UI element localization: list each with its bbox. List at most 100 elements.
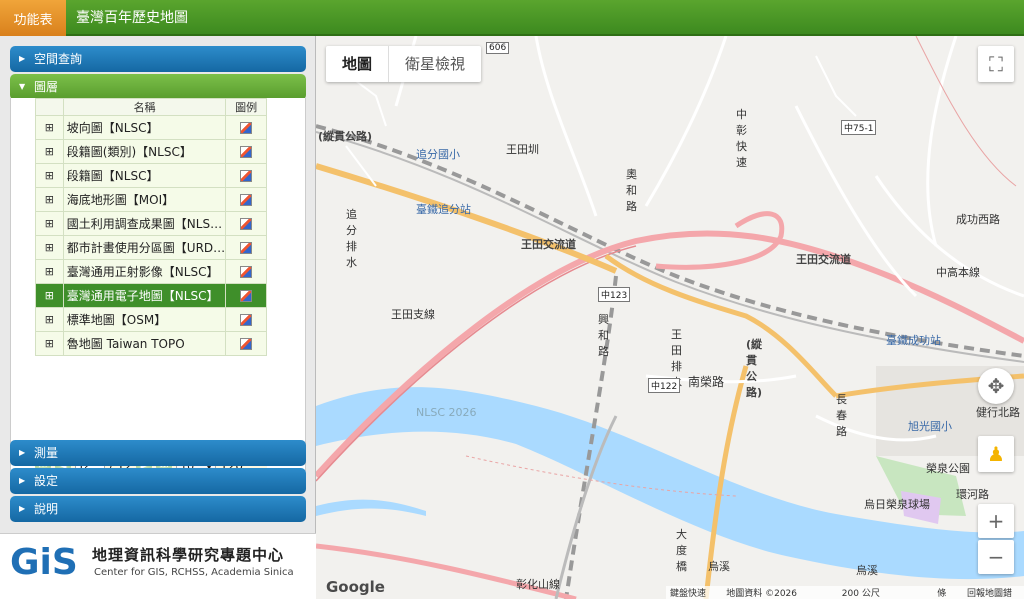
map-label: 榮泉公園 [926, 462, 970, 475]
layer-table: 名稱 圖例 ⊞ 坡向圖【NLSC】 ⊞ 段籍圖(類別)【NLSC】 ⊞ 段籍圖【NLSC】… [35, 98, 267, 356]
table-row[interactable]: ⊞ 坡向圖【NLSC】 [35, 115, 267, 140]
map-label: 王田交流道 [796, 253, 851, 266]
table-row[interactable]: ⊞ 國土利用調查成果圖【NLS… [35, 211, 267, 236]
legend-icon[interactable] [225, 259, 267, 284]
layer-name: 坡向圖【NLSC】 [62, 115, 227, 140]
keyboard-shortcuts-link[interactable]: 鍵盤快速鍵 [670, 586, 714, 599]
map-label: 大度橋 [676, 528, 687, 573]
layer-name: 臺灣通用正射影像【NLSC】 [62, 259, 227, 284]
accordion-settings[interactable]: ▶ 設定 [10, 468, 306, 494]
legend-icon[interactable] [225, 211, 267, 236]
logo-title-zh: 地理資訊科學研究專題中心 [92, 546, 285, 564]
chevron-right-icon: ▶ [19, 476, 26, 485]
terms-link[interactable]: 條款 [937, 586, 955, 599]
table-row[interactable]: ⊞ 段籍圖(類別)【NLSC】 [35, 139, 267, 164]
map-type-control: 地圖 衛星檢視 [326, 46, 482, 82]
table-row[interactable]: ⊞ 魯地圖 Taiwan TOPO [35, 331, 267, 356]
accordion-label: 圖層 [34, 80, 59, 94]
map-type-satellite-button[interactable]: 衛星檢視 [388, 46, 481, 82]
table-row[interactable]: ⊞ 臺灣通用正射影像【NLSC】 [35, 259, 267, 284]
accordion-help[interactable]: ▶ 說明 [10, 496, 306, 522]
layer-name: 都市計畫使用分區圖【URD… [62, 235, 227, 260]
accordion-measure[interactable]: ▶ 測量 [10, 440, 306, 466]
expand-icon[interactable]: ⊞ [35, 115, 64, 140]
road-shield: 中123 [598, 287, 631, 302]
map-data-text: 地圖資料 ©2026 Google [726, 589, 797, 599]
map-label: 環河路 [956, 488, 989, 501]
map-type-map-button[interactable]: 地圖 [326, 46, 388, 82]
layer-name: 段籍圖【NLSC】 [62, 163, 227, 188]
fullscreen-icon: ⛶ [989, 52, 1003, 76]
col-legend: 圖例 [225, 98, 267, 116]
chevron-down-icon: ▼ [19, 82, 26, 91]
accordion-label: 說明 [34, 502, 59, 516]
accordion-label: 設定 [34, 474, 59, 488]
zoom-out-button[interactable]: − [978, 540, 1014, 574]
left-panel: ▶ 空間查詢 ▼ 圖層 名稱 圖例 ⊞ 坡向圖【NLSC】 ⊞ 段籍圖(類別)【NLS… [0, 36, 316, 599]
layer-name: 海底地形圖【MOI】 [62, 187, 227, 212]
map-label: 奧和路 [626, 168, 637, 213]
map-label: 王田圳 [506, 143, 539, 156]
map-label: 追分國小 [416, 148, 460, 161]
expand-icon[interactable]: ⊞ [35, 235, 64, 260]
table-row[interactable]: ⊞ 臺灣通用電子地圖【NLSC】 [35, 283, 267, 308]
map-label: 健行北路 [976, 406, 1020, 419]
table-row[interactable]: ⊞ 段籍圖【NLSC】 [35, 163, 267, 188]
table-row[interactable]: ⊞ 海底地形圖【MOI】 [35, 187, 267, 212]
legend-icon[interactable] [225, 283, 267, 308]
top-bar: 功能表 臺灣百年歷史地圖 [0, 0, 1024, 36]
expand-icon[interactable]: ⊞ [35, 139, 64, 164]
legend-icon[interactable] [225, 163, 267, 188]
legend-icon[interactable] [225, 115, 267, 140]
table-row[interactable]: ⊞ 標準地圖【OSM】 [35, 307, 267, 332]
expand-icon[interactable]: ⊞ [35, 187, 64, 212]
map-attribution: 鍵盤快速鍵 地圖資料 ©2026 Google 200 公尺 條款 回報地圖錯誤 [666, 586, 1024, 599]
legend-icon[interactable] [225, 307, 267, 332]
gis-logo: GiS [10, 542, 78, 583]
expand-icon[interactable]: ⊞ [35, 307, 64, 332]
expand-icon[interactable]: ⊞ [35, 259, 64, 284]
map-label: 中高本線 [936, 266, 980, 279]
expand-icon[interactable]: ⊞ [35, 331, 64, 356]
accordion-label: 測量 [34, 446, 59, 460]
menu-button[interactable]: 功能表 [0, 0, 66, 36]
map-label: 旭光國小 [908, 420, 952, 433]
road-shield: 中75-1 [841, 120, 877, 135]
map-label: (縱貫公路) [318, 130, 373, 143]
accordion-spatial-query[interactable]: ▶ 空間查詢 [10, 46, 306, 72]
expand-icon[interactable]: ⊞ [35, 283, 64, 308]
map-label: 臺鐵追分站 [416, 203, 471, 216]
legend-icon[interactable] [225, 331, 267, 356]
map-label: 王田支線 [391, 308, 435, 321]
street-view-button[interactable]: ♟ [978, 436, 1014, 472]
pegman-icon: ♟ [987, 442, 1005, 466]
rotate-button[interactable]: ✥ [978, 368, 1014, 404]
map-label: 烏溪 [856, 564, 878, 577]
fullscreen-button[interactable]: ⛶ [978, 46, 1014, 82]
road-shield: 中122 [648, 378, 681, 393]
accordion-layers[interactable]: ▼ 圖層 [10, 74, 306, 100]
legend-icon[interactable] [225, 235, 267, 260]
legend-icon[interactable] [225, 187, 267, 212]
layer-name: 臺灣通用電子地圖【NLSC】 [62, 283, 227, 308]
accordion-label: 空間查詢 [34, 52, 83, 66]
zoom-in-button[interactable]: + [978, 504, 1014, 538]
chevron-right-icon: ▶ [19, 54, 26, 63]
map-label: 追分排水 [346, 208, 357, 269]
google-logo: Google [326, 578, 385, 596]
table-row[interactable]: ⊞ 都市計畫使用分區圖【URD… [35, 235, 267, 260]
layer-name: 國土利用調查成果圖【NLS… [62, 211, 227, 236]
scale-label: 200 公尺 [841, 589, 880, 599]
chevron-right-icon: ▶ [19, 504, 26, 513]
col-expand [35, 98, 64, 116]
report-error-link[interactable]: 回報地圖錯誤 [967, 586, 1020, 599]
move-icon: ✥ [987, 374, 1005, 398]
legend-icon[interactable] [225, 139, 267, 164]
map-label: 烏溪 [708, 560, 730, 573]
expand-icon[interactable]: ⊞ [35, 211, 64, 236]
layer-name: 標準地圖【OSM】 [62, 307, 227, 332]
layer-name: 魯地圖 Taiwan TOPO [62, 331, 227, 356]
map-canvas[interactable]: (縱貫公路) 追分國小 王田圳 臺鐵追分站 追分排水 王田交流道 王田交流道 王… [316, 36, 1024, 599]
plus-icon: + [987, 509, 1005, 533]
expand-icon[interactable]: ⊞ [35, 163, 64, 188]
